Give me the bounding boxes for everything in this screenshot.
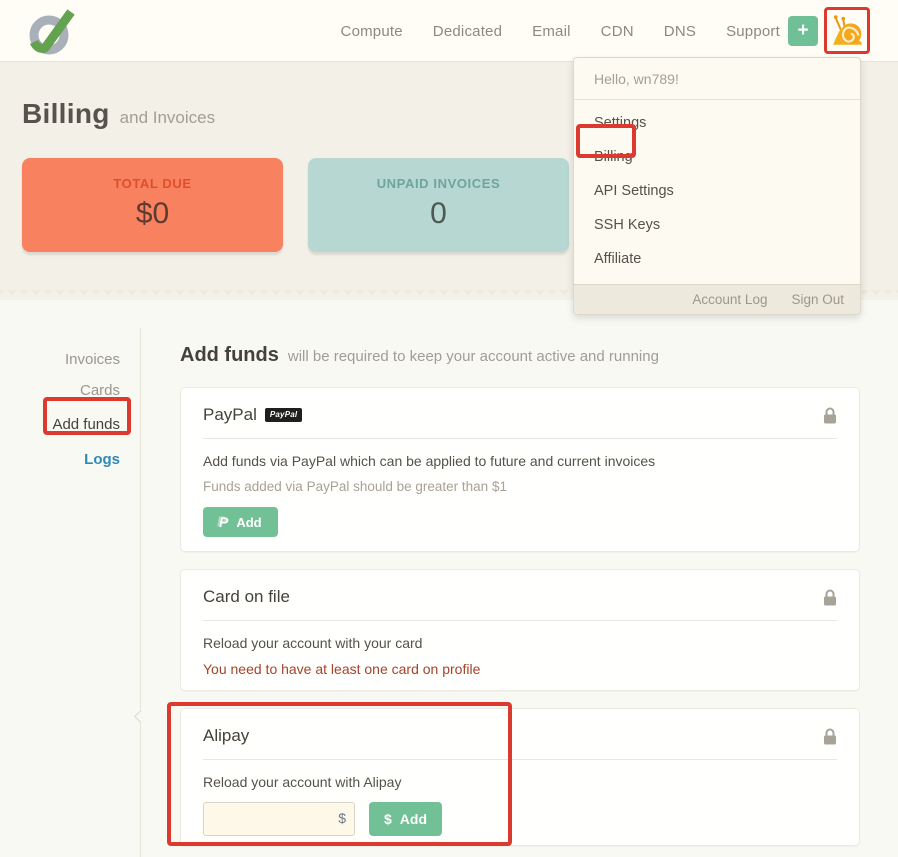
top-navbar: Compute Dedicated Email CDN DNS Support … — [0, 0, 898, 62]
card-on-file-title: Card on file — [203, 587, 290, 607]
nav-links: Compute Dedicated Email CDN DNS Support — [341, 0, 780, 62]
billing-sidebar: Invoices Cards Add funds Logs — [0, 344, 120, 475]
lock-icon — [823, 728, 837, 745]
menu-item-billing[interactable]: Billing — [574, 140, 860, 174]
sidebar-divider — [140, 328, 141, 857]
nav-item-support[interactable]: Support — [726, 23, 780, 40]
billing-content: Invoices Cards Add funds Logs Add funds … — [0, 300, 898, 857]
section-heading-note: will be required to keep your account ac… — [288, 348, 659, 365]
section-heading-title: Add funds — [180, 344, 279, 367]
menu-item-ssh-keys[interactable]: SSH Keys — [574, 208, 860, 242]
paypal-description: Add funds via PayPal which can be applie… — [203, 453, 837, 469]
alipay-add-button[interactable]: $ Add — [369, 802, 442, 836]
lock-icon — [823, 589, 837, 606]
page-title-sub: and Invoices — [120, 108, 215, 128]
unpaid-invoices-label: UNPAID INVOICES — [308, 176, 569, 191]
paypal-p-icon: P — [219, 514, 228, 530]
card-panel-header: Card on file — [203, 570, 837, 620]
alipay-panel-header: Alipay — [203, 709, 837, 759]
brand-logo-icon[interactable] — [26, 7, 76, 57]
currency-suffix: $ — [338, 810, 346, 826]
user-dropdown-menu: Hello, wn789! Settings Billing API Setti… — [573, 57, 861, 315]
paypal-panel: PayPal PayPal Add funds via PayPal which… — [180, 387, 860, 552]
greeting-text: Hello, wn789! — [574, 58, 860, 100]
add-funds-section: Add funds will be required to keep your … — [180, 344, 860, 857]
snail-avatar-icon[interactable] — [829, 12, 866, 49]
alipay-panel: Alipay Reload your account with Alipay $ — [180, 708, 860, 846]
unpaid-invoices-value: 0 — [308, 197, 569, 231]
section-heading: Add funds will be required to keep your … — [180, 344, 860, 367]
nav-item-dns[interactable]: DNS — [664, 23, 696, 40]
total-due-label: TOTAL DUE — [22, 176, 283, 191]
nav-item-cdn[interactable]: CDN — [601, 23, 634, 40]
alipay-add-label: Add — [400, 811, 427, 827]
menu-item-affiliate[interactable]: Affiliate — [574, 242, 860, 276]
nav-item-email[interactable]: Email — [532, 23, 571, 40]
paypal-minimum-note: Funds added via PayPal should be greater… — [203, 479, 837, 494]
total-due-value: $0 — [22, 197, 283, 231]
menu-item-settings[interactable]: Settings — [574, 106, 860, 140]
paypal-badge: PayPal — [265, 408, 302, 422]
account-log-link[interactable]: Account Log — [692, 292, 767, 307]
card-description: Reload your account with your card — [203, 635, 837, 651]
paypal-add-label: Add — [236, 515, 261, 530]
paypal-add-button[interactable]: P Add — [203, 507, 278, 537]
billing-page: Compute Dedicated Email CDN DNS Support … — [0, 0, 898, 857]
sidebar-item-cards[interactable]: Cards — [0, 375, 120, 406]
paypal-panel-header: PayPal PayPal — [203, 388, 837, 438]
nav-item-compute[interactable]: Compute — [341, 23, 403, 40]
sidebar-item-invoices[interactable]: Invoices — [0, 344, 120, 375]
dropdown-footer: Account Log Sign Out — [574, 284, 860, 314]
paypal-panel-body: Add funds via PayPal which can be applie… — [203, 439, 837, 557]
deploy-plus-button[interactable]: + — [788, 16, 818, 46]
page-title-main: Billing — [22, 98, 110, 130]
menu-item-api-settings[interactable]: API Settings — [574, 174, 860, 208]
paypal-title-text: PayPal — [203, 405, 257, 425]
nav-item-dedicated[interactable]: Dedicated — [433, 23, 502, 40]
unpaid-invoices-card: UNPAID INVOICES 0 — [308, 158, 569, 252]
alipay-panel-body: Reload your account with Alipay $ $ Add — [203, 760, 837, 856]
alipay-title: Alipay — [203, 726, 249, 746]
dollar-icon: $ — [384, 811, 392, 827]
alipay-title-text: Alipay — [203, 726, 249, 746]
card-on-file-title-text: Card on file — [203, 587, 290, 607]
card-error-message: You need to have at least one card on pr… — [203, 661, 837, 677]
amount-field-wrap: $ — [203, 802, 355, 836]
paypal-title: PayPal PayPal — [203, 405, 302, 425]
alipay-amount-input[interactable] — [203, 802, 355, 836]
sidebar-item-add-funds[interactable]: Add funds — [0, 406, 120, 444]
card-panel-body: Reload your account with your card You n… — [203, 621, 837, 697]
annotation-avatar-highlight — [824, 7, 870, 54]
lock-icon — [823, 407, 837, 424]
alipay-description: Reload your account with Alipay — [203, 774, 837, 790]
sign-out-link[interactable]: Sign Out — [791, 292, 844, 307]
dropdown-items: Settings Billing API Settings SSH Keys A… — [574, 100, 860, 284]
total-due-card: TOTAL DUE $0 — [22, 158, 283, 252]
card-on-file-panel: Card on file Reload your account with yo… — [180, 569, 860, 691]
alipay-amount-row: $ $ Add — [203, 802, 837, 836]
sidebar-item-logs[interactable]: Logs — [0, 444, 120, 475]
active-item-caret — [134, 710, 147, 723]
